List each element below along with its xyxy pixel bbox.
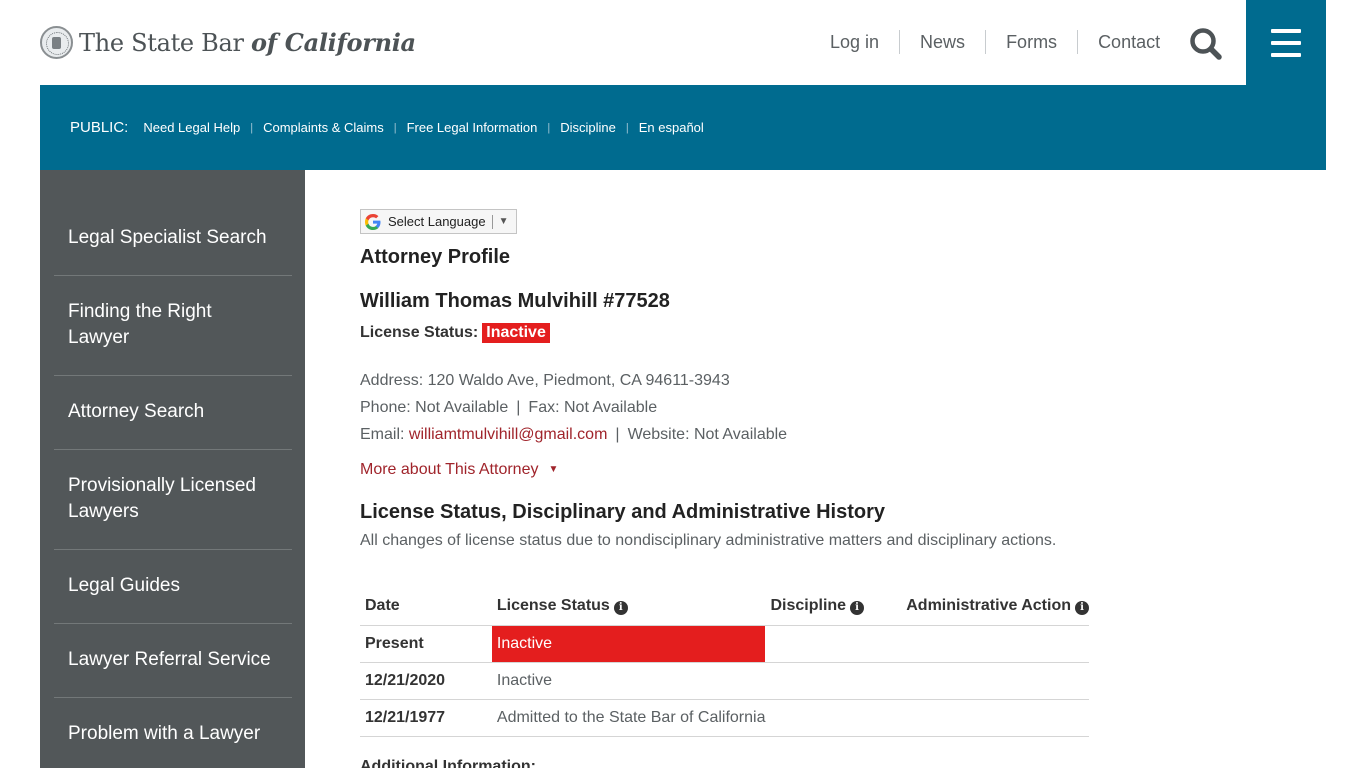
sidebar-item-legal-specialist-search[interactable]: Legal Specialist Search <box>54 170 292 276</box>
col-license-status: License Status i <box>491 588 766 626</box>
row-discipline <box>765 625 902 663</box>
row-status: Inactive <box>491 625 766 663</box>
additional-information-heading: Additional Information: <box>360 758 536 768</box>
row-discipline <box>765 662 902 700</box>
row-date: Present <box>360 625 492 663</box>
nav-contact[interactable]: Contact <box>1077 30 1180 54</box>
nav-news[interactable]: News <box>899 30 985 54</box>
top-header: The State Bar of California Log in News … <box>0 0 1366 85</box>
license-status-label: License Status: <box>360 324 479 341</box>
phone-fax-line: Phone: Not Available | Fax: Not Available <box>360 399 658 416</box>
email-website-line: Email: williamtmulvihill@gmail.com | Websi… <box>360 426 788 443</box>
info-icon[interactable]: i <box>613 601 628 616</box>
sidebar: Legal Specialist Search Finding the Righ… <box>40 170 305 768</box>
dropdown-arrow-icon: ▼ <box>498 216 509 227</box>
public-link-complaints[interactable]: Complaints & Claims <box>263 120 384 135</box>
public-link-discipline[interactable]: Discipline <box>560 120 616 135</box>
col-date: Date <box>360 588 492 626</box>
sidebar-item-legal-guides[interactable]: Legal Guides <box>54 550 292 624</box>
search-icon <box>1190 28 1222 60</box>
row-status: Admitted to the State Bar of California <box>491 699 766 737</box>
license-status-line: License Status: Inactive <box>360 323 550 343</box>
public-link-free-legal-info[interactable]: Free Legal Information <box>407 120 538 135</box>
col-admin-action: Administrative Action i <box>901 588 1089 626</box>
fax-text: Fax: Not Available <box>528 399 658 416</box>
history-description: All changes of license status due to non… <box>360 532 1057 549</box>
sidebar-item-lawyer-referral[interactable]: Lawyer Referral Service <box>54 624 292 698</box>
sidebar-item-finding-right-lawyer[interactable]: Finding the Right Lawyer <box>54 276 292 376</box>
history-table: Date License Status i Discipline i Adminis… <box>360 588 1089 737</box>
table-header-row: Date License Status i Discipline i Adminis… <box>360 588 1089 626</box>
table-row: 12/21/1977 Admitted to the State Bar of … <box>360 699 1089 737</box>
hamburger-icon <box>1271 28 1301 33</box>
history-heading: License Status, Disciplinary and Adminis… <box>360 501 885 523</box>
row-date: 12/21/2020 <box>360 662 492 700</box>
public-label: PUBLIC: <box>70 119 129 136</box>
state-seal-icon <box>40 26 73 59</box>
public-link-need-legal-help[interactable]: Need Legal Help <box>143 120 240 135</box>
nav-forms[interactable]: Forms <box>985 30 1077 54</box>
more-about-label: More about This Attorney <box>360 461 539 478</box>
table-row: Present Inactive <box>360 625 1089 663</box>
sidebar-item-problem-with-lawyer[interactable]: Problem with a Lawyer <box>54 698 292 768</box>
attorney-profile-heading: Attorney Profile <box>360 246 511 268</box>
email-link[interactable]: williamtmulvihill@gmail.com <box>409 426 608 443</box>
info-icon[interactable]: i <box>1075 601 1089 616</box>
row-date: 12/21/1977 <box>360 699 492 737</box>
more-about-attorney-toggle[interactable]: More about This Attorney ▼ <box>360 461 558 479</box>
caret-down-icon: ▼ <box>548 464 559 475</box>
public-link-espanol[interactable]: En español <box>639 120 704 135</box>
state-bar-logo[interactable]: The State Bar of California <box>40 26 416 59</box>
contact-info: Address: 120 Waldo Ave, Piedmont, CA 946… <box>360 367 787 448</box>
public-links-bar: PUBLIC: Need Legal Help | Complaints & C… <box>40 85 1326 170</box>
phone-text: Phone: Not Available <box>360 399 509 416</box>
nav-login[interactable]: Log in <box>810 30 899 54</box>
google-g-icon <box>365 213 381 230</box>
logo-text: The State Bar of California <box>79 28 416 57</box>
sidebar-item-provisionally-licensed[interactable]: Provisionally Licensed Lawyers <box>54 450 292 550</box>
row-admin <box>901 662 1089 700</box>
attorney-name: William Thomas Mulvihill #77528 <box>360 290 670 312</box>
table-row: 12/21/2020 Inactive <box>360 662 1089 700</box>
row-discipline <box>765 699 902 737</box>
select-language-label: Select Language <box>388 214 486 229</box>
website-text: Website: Not Available <box>627 426 788 443</box>
sidebar-item-attorney-search[interactable]: Attorney Search <box>54 376 292 450</box>
info-icon[interactable]: i <box>850 601 865 616</box>
col-discipline: Discipline i <box>765 588 902 626</box>
license-status-badge: Inactive <box>482 323 550 343</box>
email-label: Email: <box>360 426 409 443</box>
address-line: Address: 120 Waldo Ave, Piedmont, CA 946… <box>360 372 730 389</box>
search-button[interactable] <box>1186 24 1226 64</box>
select-language-dropdown[interactable]: Select Language ▼ <box>360 209 517 234</box>
hamburger-menu-button[interactable] <box>1246 0 1326 85</box>
row-admin <box>901 699 1089 737</box>
top-nav: Log in News Forms Contact <box>810 30 1180 54</box>
row-admin <box>901 625 1089 663</box>
row-status: Inactive <box>491 662 766 700</box>
